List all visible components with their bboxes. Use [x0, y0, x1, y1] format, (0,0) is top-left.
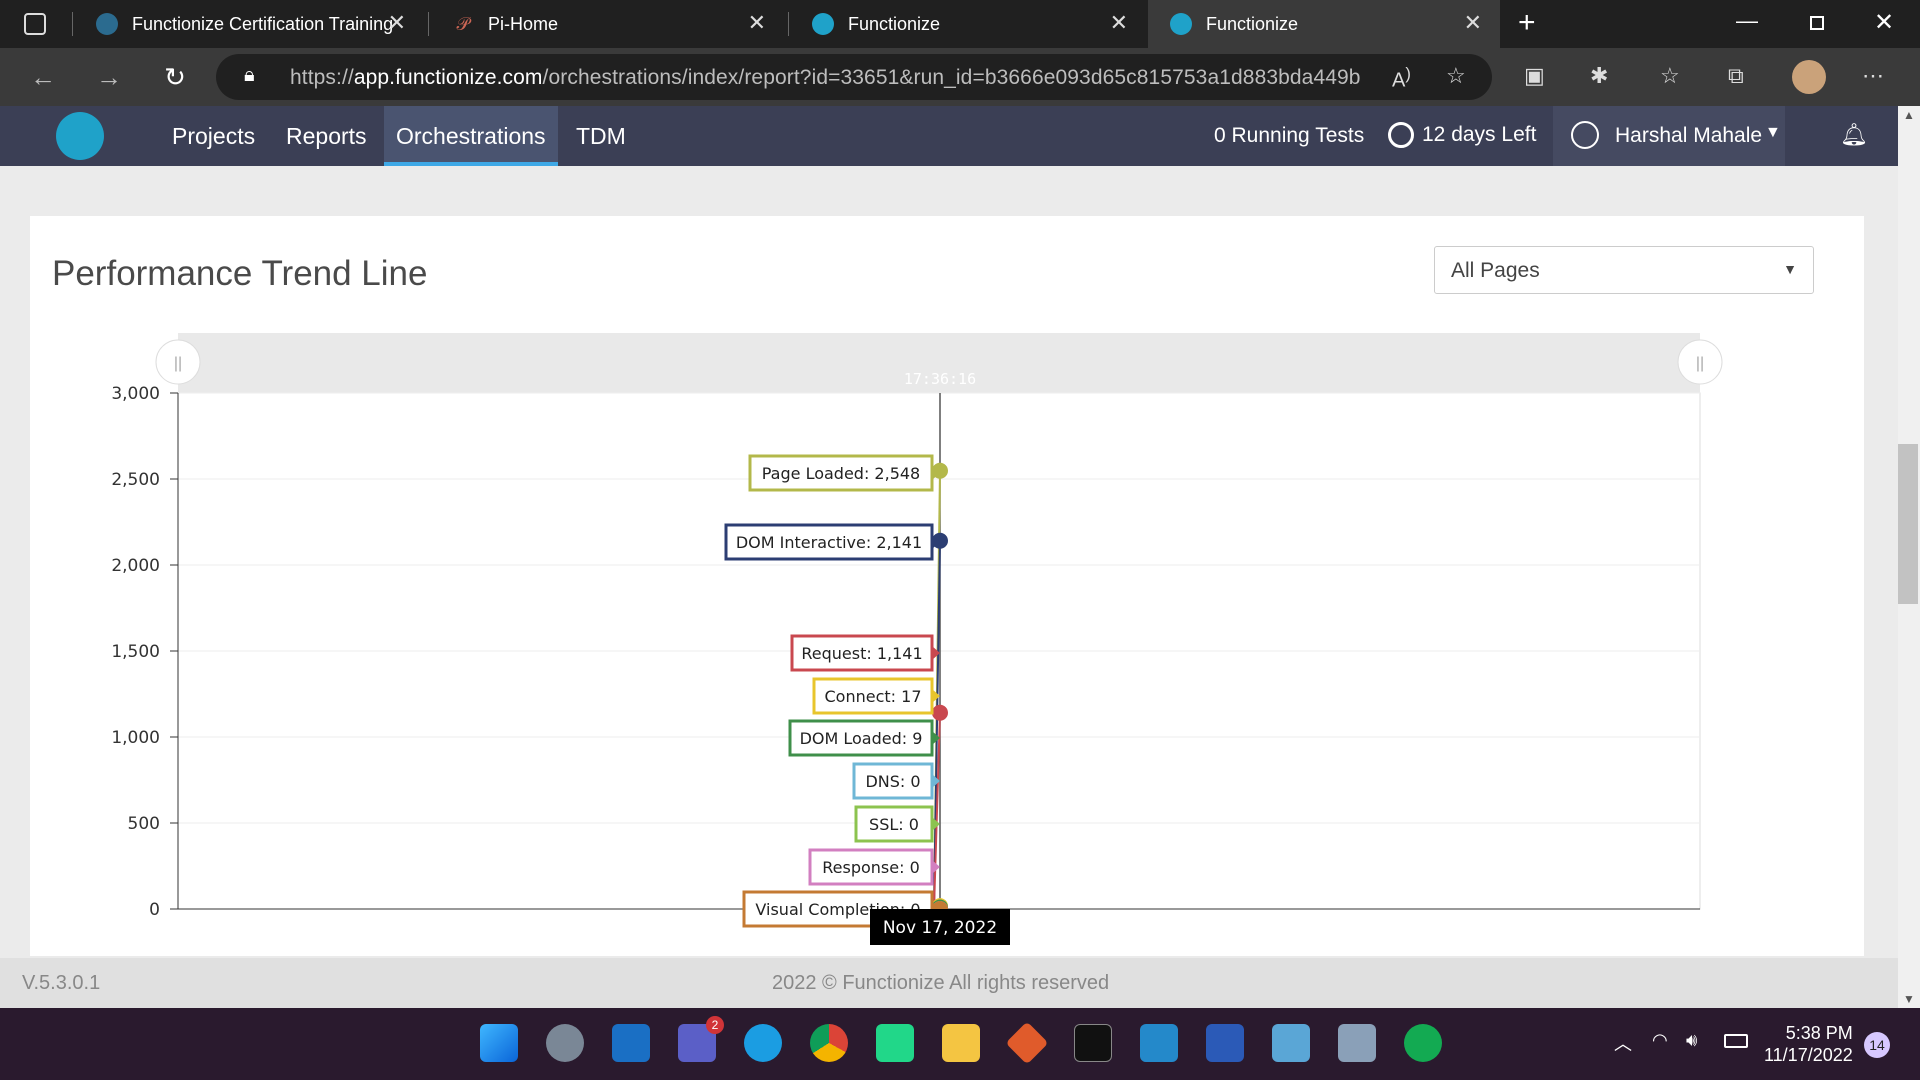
scroll-down-icon[interactable]: ▼ — [1903, 992, 1915, 1006]
git-icon[interactable] — [1005, 1021, 1049, 1065]
tooltip-label: SSL: 0 — [869, 815, 919, 834]
tooltip-dom-loaded: DOM Loaded: 9 — [788, 719, 940, 757]
navigator-right-handle-grip: || — [1696, 355, 1704, 372]
y-tick-label: 2,500 — [111, 470, 160, 490]
y-tick-label: 2,000 — [111, 556, 160, 576]
outlook-icon[interactable] — [612, 1024, 650, 1062]
tooltip-label: DOM Interactive: 2,141 — [736, 533, 922, 552]
crosshair-time-label: 17:36:16 — [904, 370, 976, 388]
snipping-tool-icon[interactable] — [1338, 1024, 1376, 1062]
navigator-left-handle-grip: || — [174, 355, 182, 372]
tooltip-page-loaded: Page Loaded: 2,548 — [748, 454, 940, 492]
x-date-label: Nov 17, 2022 — [883, 918, 997, 938]
volume-icon[interactable]: 🔊︎ — [1686, 1030, 1697, 1051]
y-tick-label: 3,000 — [111, 384, 160, 404]
tooltip-dom-interactive: DOM Interactive: 2,141 — [724, 523, 940, 561]
file-explorer-icon[interactable] — [942, 1024, 980, 1062]
performance-chart: || || 17:36:16 3,000 2,500 2,000 1,500 1,000 500… — [111, 333, 1723, 945]
terminal-icon[interactable] — [1074, 1024, 1112, 1062]
tooltip-label: Connect: 17 — [825, 687, 922, 706]
tooltip-dns: DNS: 0 — [852, 762, 940, 800]
vscode-icon[interactable] — [1140, 1024, 1178, 1062]
y-tick-label: 500 — [128, 814, 160, 834]
tooltip-request: Request: 1,141 — [790, 634, 940, 672]
settings-icon[interactable] — [546, 1024, 584, 1062]
tooltip-label: DNS: 0 — [865, 772, 920, 791]
taskbar: 2 ︿ ◠ 🔊︎ 5:38 PM 11/17/2022 14 — [0, 1008, 1920, 1080]
scroll-up-icon[interactable]: ▲ — [1903, 108, 1915, 122]
remote-desktop-icon[interactable] — [1272, 1024, 1310, 1062]
tooltip-label: DOM Loaded: 9 — [800, 729, 923, 748]
battery-icon[interactable] — [1724, 1034, 1748, 1048]
series-point — [932, 704, 948, 721]
pycharm-icon[interactable] — [876, 1024, 914, 1062]
notification-count[interactable]: 14 — [1864, 1032, 1890, 1058]
mongodb-icon[interactable] — [1404, 1024, 1442, 1062]
y-tick-label: 0 — [149, 900, 160, 920]
edge-icon[interactable] — [744, 1024, 782, 1062]
word-icon[interactable] — [1206, 1024, 1244, 1062]
footer: V.5.3.0.1 2022 © Functionize All rights … — [0, 958, 1898, 1008]
tooltip-ssl: SSL: 0 — [854, 805, 940, 843]
windows-start-icon[interactable] — [480, 1024, 518, 1062]
scrollbar-thumb[interactable] — [1898, 444, 1918, 604]
y-tick-label: 1,000 — [111, 728, 160, 748]
clock[interactable]: 5:38 PM 11/17/2022 — [1764, 1022, 1853, 1066]
tooltip-label: Request: 1,141 — [801, 644, 922, 663]
teams-icon[interactable]: 2 — [678, 1016, 724, 1062]
tooltip-label: Response: 0 — [822, 858, 920, 877]
copyright: 2022 © Functionize All rights reserved — [772, 972, 1110, 994]
chevron-up-icon[interactable]: ︿ — [1614, 1030, 1632, 1056]
tooltip-connect: Connect: 17 — [812, 677, 940, 715]
chrome-icon[interactable] — [810, 1024, 848, 1062]
tooltip-response: Response: 0 — [808, 848, 940, 886]
tooltip-label: Page Loaded: 2,548 — [762, 464, 920, 483]
teams-badge: 2 — [706, 1016, 724, 1034]
version: V.5.3.0.1 — [22, 972, 101, 994]
y-tick-label: 1,500 — [111, 642, 160, 662]
wifi-icon[interactable]: ◠ — [1652, 1030, 1668, 1051]
